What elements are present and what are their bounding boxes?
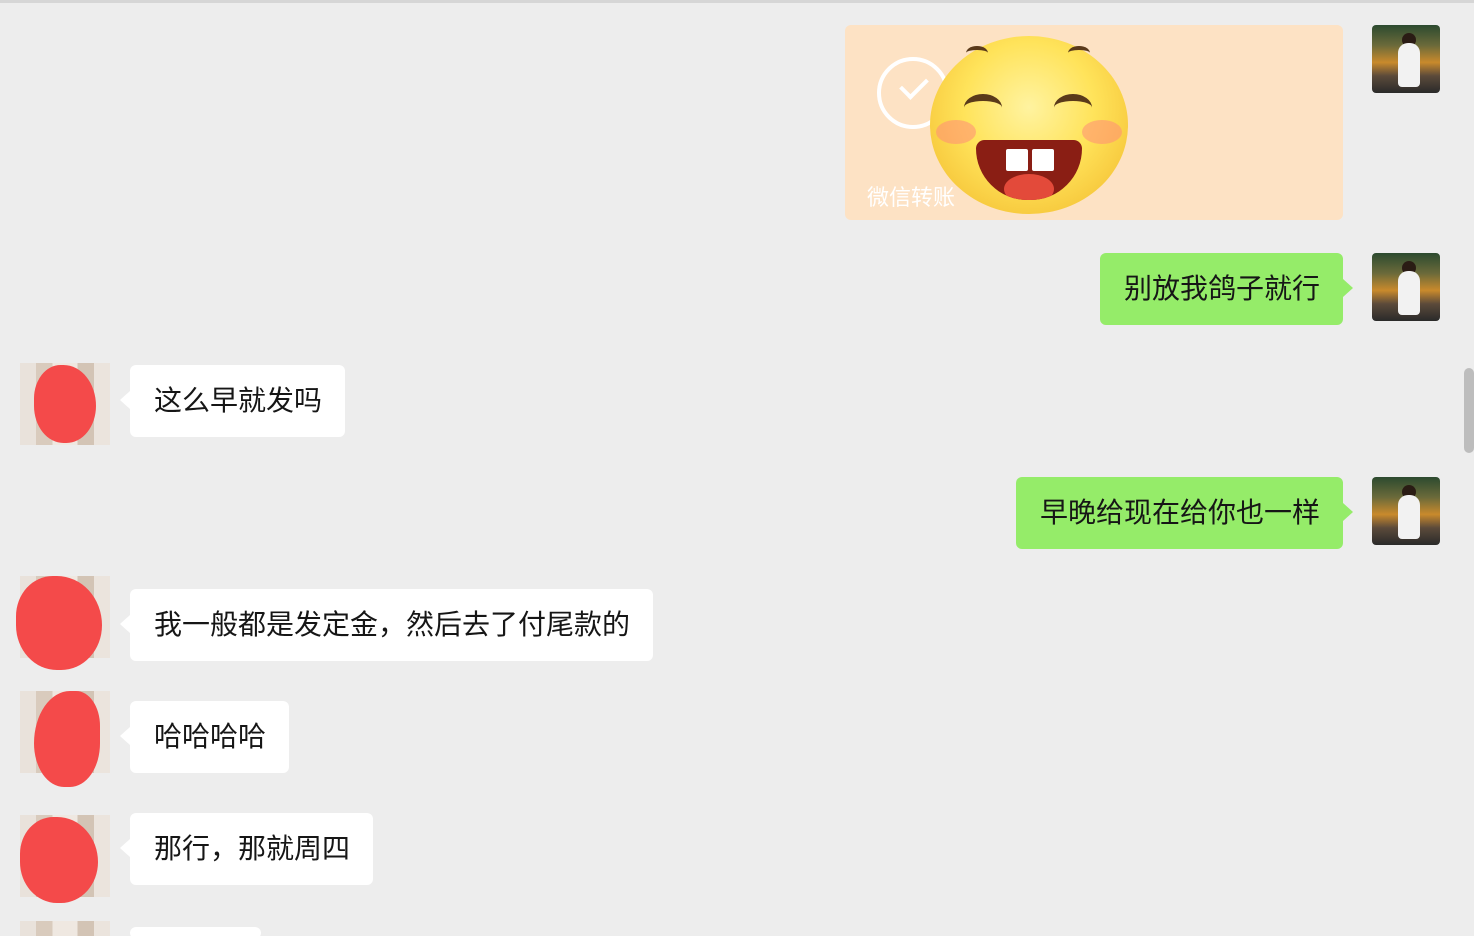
message-text: 我一般都是发定金，然后去了付尾款的 (154, 608, 631, 641)
sticker-blush-left (936, 120, 976, 144)
message-text: 哈哈哈哈 (154, 720, 267, 753)
my-avatar[interactable] (1372, 253, 1440, 321)
message-text: 别放我鸽子就行 (1124, 272, 1321, 305)
contact-avatar-partial[interactable] (20, 921, 110, 936)
sticker-eye-left (964, 94, 1002, 121)
contact-avatar-redacted[interactable] (20, 363, 110, 445)
chat-message-list[interactable]: 微信转账 别放我鸽子就行 这么早就发吗 早晚给现在给你也一样 我一般都是发定金，… (0, 0, 1474, 936)
sticker-eye-right (1054, 94, 1092, 121)
sticker-brow-left (966, 46, 988, 60)
contact-avatar-redacted[interactable] (16, 576, 110, 670)
message-text: 这么早就发吗 (154, 384, 323, 417)
chat-scrollbar[interactable] (1464, 368, 1474, 453)
transfer-label: 微信转账 (867, 186, 956, 211)
message-text: 早晚给现在给你也一样 (1040, 496, 1321, 529)
received-message-bubble[interactable]: 这么早就发吗 (120, 365, 345, 437)
sticker-tooth-right (1032, 149, 1054, 171)
sticker-tooth-left (1006, 149, 1028, 171)
contact-avatar-redacted[interactable] (20, 815, 110, 903)
received-message-bubble[interactable]: 那行，那就周四 (120, 813, 373, 885)
contact-avatar-redacted[interactable] (20, 691, 110, 787)
sent-message-bubble[interactable]: 早晚给现在给你也一样 (1016, 477, 1353, 549)
my-avatar[interactable] (1372, 477, 1440, 545)
sticker-mouth (976, 140, 1082, 200)
grinning-emoji-sticker[interactable] (930, 36, 1128, 214)
my-avatar[interactable] (1372, 25, 1440, 93)
received-message-bubble[interactable]: 我一般都是发定金，然后去了付尾款的 (120, 589, 653, 661)
sticker-brow-right (1068, 46, 1090, 60)
received-message-bubble[interactable]: 哈哈哈哈 (120, 701, 289, 773)
message-text: 那行，那就周四 (154, 832, 351, 865)
sticker-blush-right (1082, 120, 1122, 144)
received-message-bubble-partial[interactable] (130, 927, 261, 936)
sent-message-bubble[interactable]: 别放我鸽子就行 (1100, 253, 1353, 325)
